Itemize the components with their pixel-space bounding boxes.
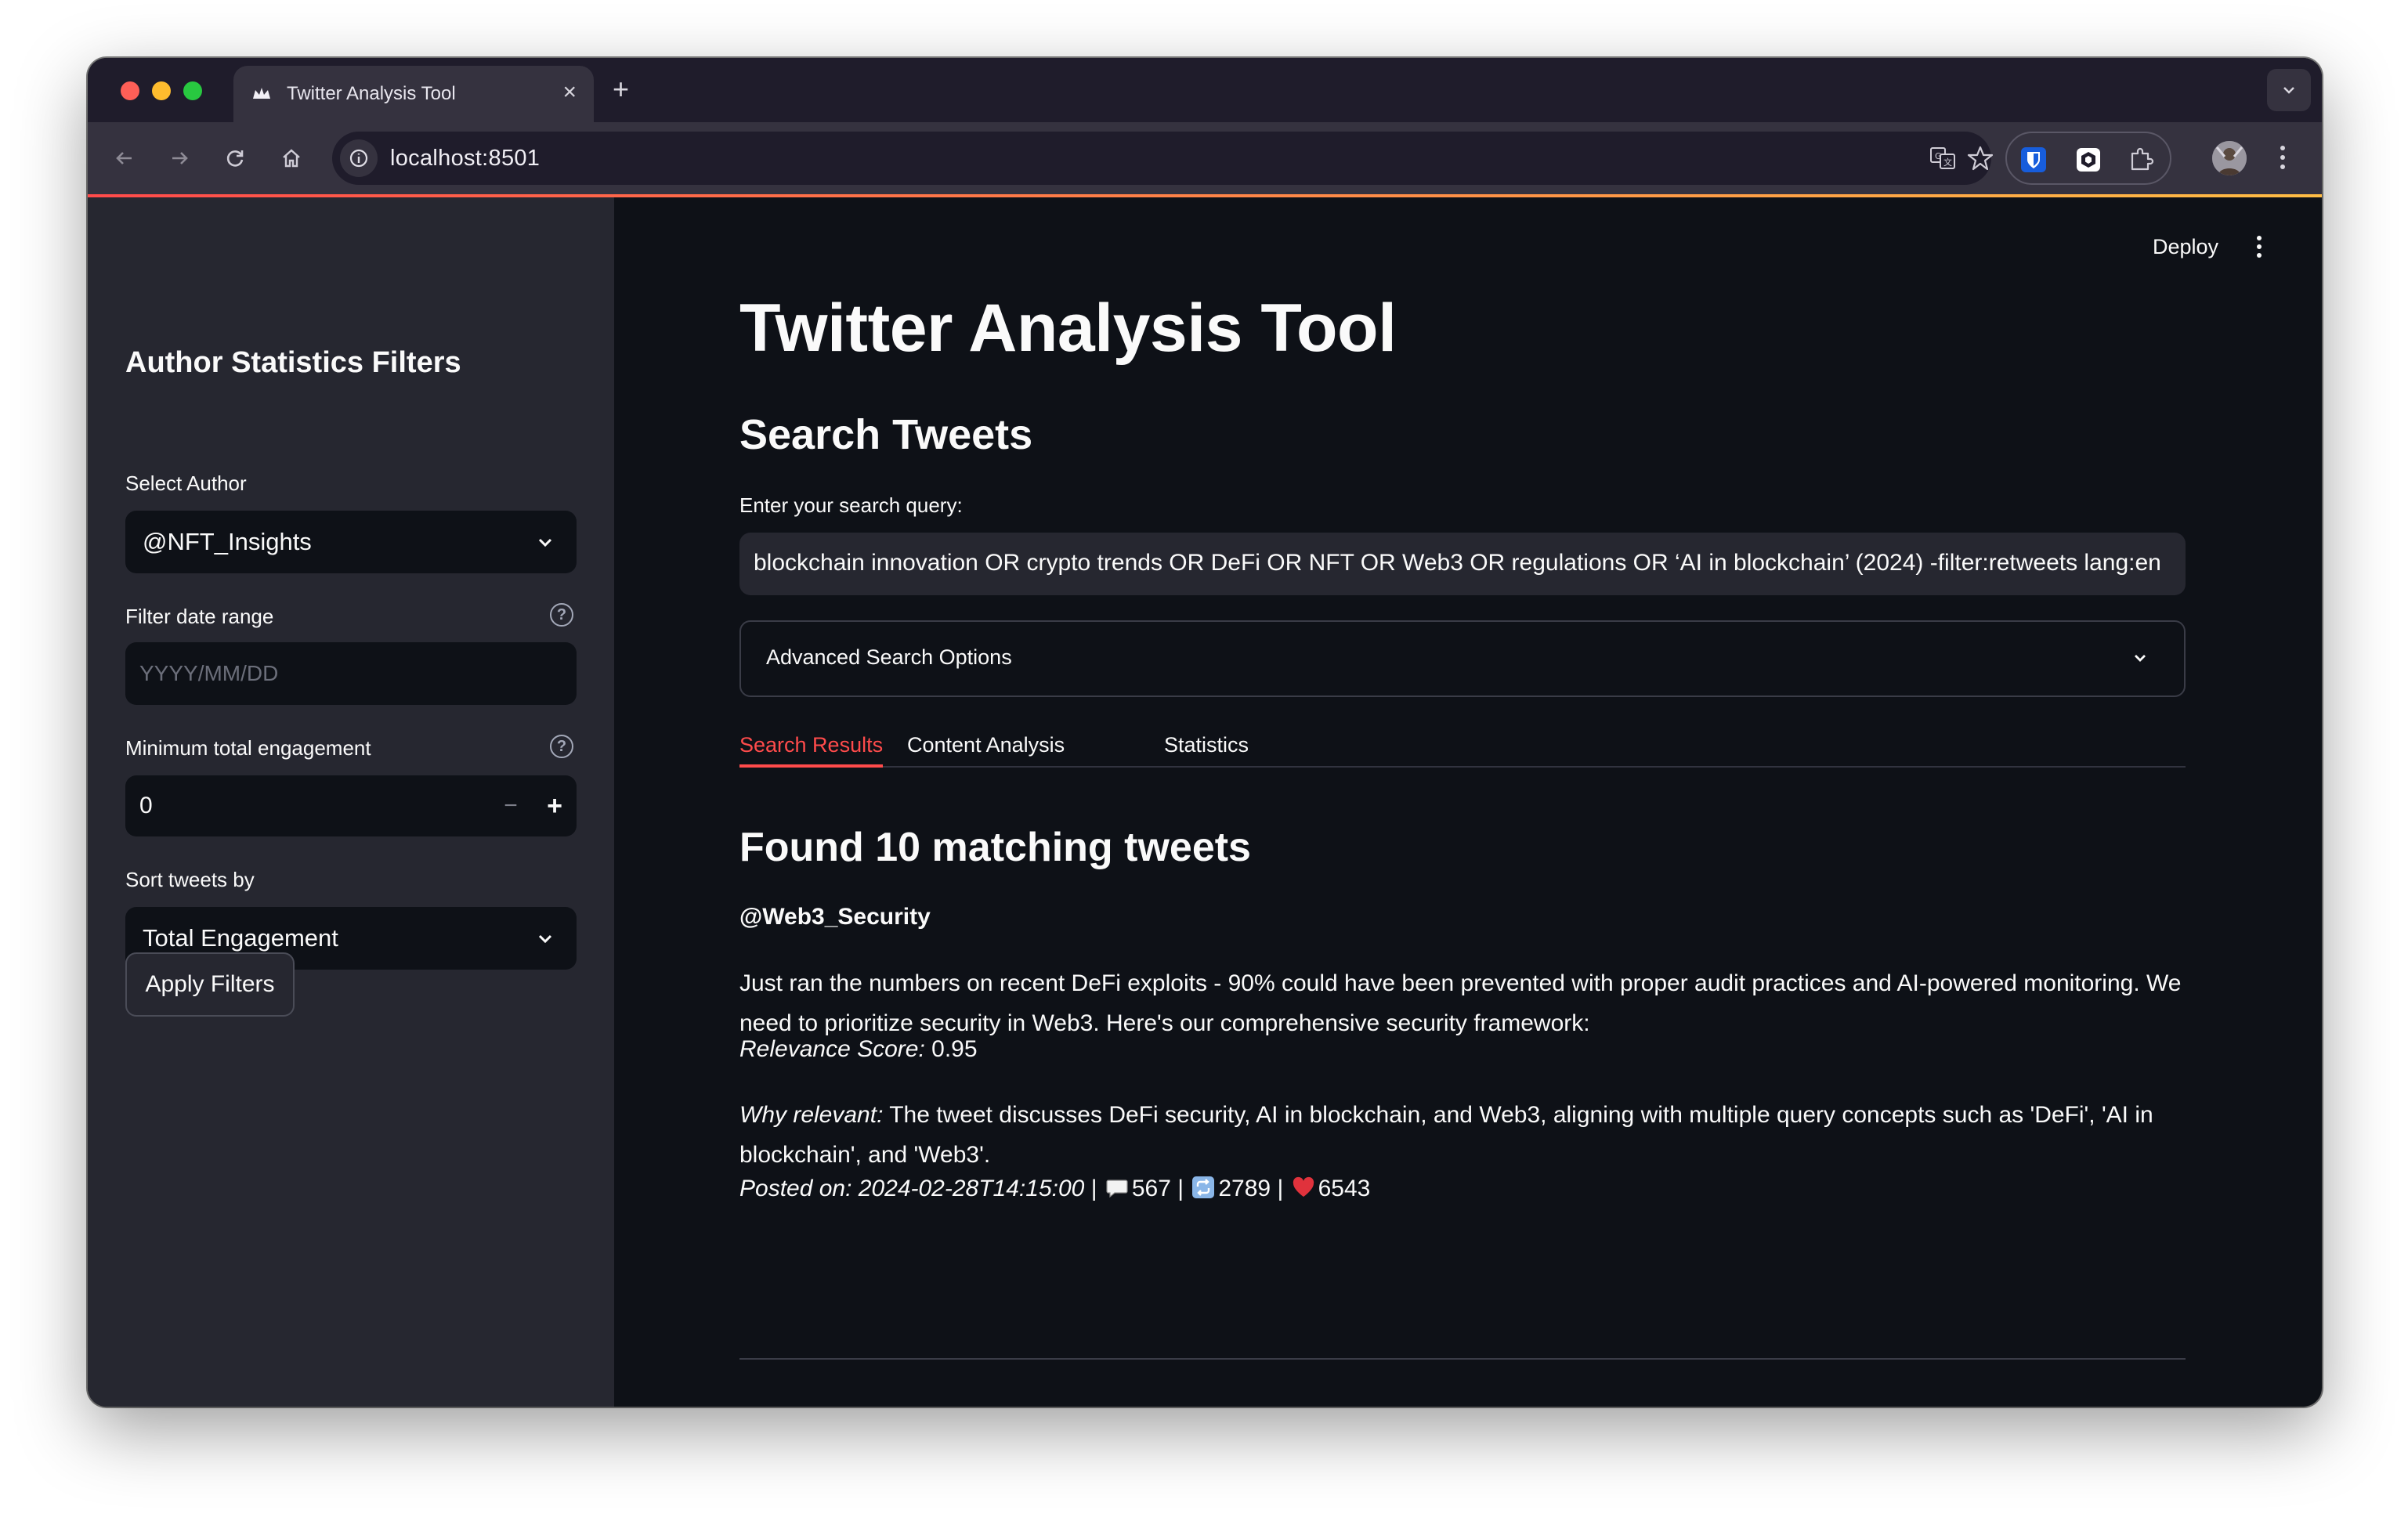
zoom-window-button[interactable] bbox=[183, 81, 202, 100]
relevance-score: Relevance Score: 0.95 bbox=[739, 1029, 2189, 1069]
date-range-input[interactable]: YYYY/MM/DD bbox=[125, 642, 577, 705]
browser-menu-icon[interactable] bbox=[2273, 141, 2292, 175]
relevance-score-label: Relevance Score: bbox=[739, 1036, 925, 1062]
why-relevant-label: Why relevant: bbox=[739, 1102, 884, 1128]
select-author-label: Select Author bbox=[125, 471, 247, 495]
page-title: Twitter Analysis Tool bbox=[739, 291, 1397, 366]
decrement-button[interactable]: − bbox=[494, 786, 528, 826]
translate-icon[interactable]: G 文 bbox=[1929, 144, 1957, 172]
address-bar[interactable]: localhost:8501 G 文 bbox=[332, 132, 1994, 185]
author-select-value: @NFT_Insights bbox=[143, 528, 312, 555]
posted-on: Posted on: 2024-02-28T14:15:00 bbox=[739, 1176, 1085, 1201]
tab-title: Twitter Analysis Tool bbox=[287, 83, 456, 104]
search-query-input[interactable]: blockchain innovation OR crypto trends O… bbox=[739, 533, 2186, 595]
forward-icon[interactable] bbox=[163, 141, 197, 175]
speech-bubble-icon bbox=[1106, 1180, 1128, 1198]
min-engagement-label: Minimum total engagement bbox=[125, 736, 371, 760]
extension-app-icon[interactable] bbox=[2074, 146, 2102, 174]
query-label: Enter your search query: bbox=[739, 493, 963, 517]
main-menu-icon[interactable] bbox=[2254, 232, 2264, 263]
profile-avatar[interactable] bbox=[2212, 141, 2247, 175]
home-icon[interactable] bbox=[274, 141, 309, 175]
sidebar: Author Statistics Filters Select Author … bbox=[88, 197, 614, 1407]
sidebar-title: Author Statistics Filters bbox=[125, 346, 461, 379]
bookmark-star-icon[interactable] bbox=[1966, 144, 1994, 172]
tab-search-results[interactable]: Search Results bbox=[739, 733, 884, 768]
retweet-count: 2789 bbox=[1218, 1176, 1271, 1201]
separator: | bbox=[1090, 1176, 1097, 1201]
svg-text:G: G bbox=[1935, 151, 1942, 161]
search-query-value: blockchain innovation OR crypto trends O… bbox=[754, 550, 2161, 576]
back-icon[interactable] bbox=[107, 141, 141, 175]
svg-text:文: 文 bbox=[1943, 157, 1952, 168]
tab-strip: Twitter Analysis Tool × + bbox=[88, 58, 2322, 122]
site-info-icon[interactable] bbox=[340, 139, 378, 177]
close-window-button[interactable] bbox=[121, 81, 139, 100]
author-select[interactable]: @NFT_Insights bbox=[125, 511, 577, 573]
why-relevant: Why relevant: The tweet discusses DeFi s… bbox=[739, 1095, 2189, 1175]
tweet-author: @Web3_Security bbox=[739, 904, 931, 930]
sort-select-value: Total Engagement bbox=[143, 924, 338, 952]
min-engagement-input[interactable]: 0 − + bbox=[125, 775, 577, 836]
apply-filters-button[interactable]: Apply Filters bbox=[125, 952, 295, 1017]
browser-window: Twitter Analysis Tool × + localhost:8501 bbox=[88, 58, 2322, 1407]
chevron-down-icon bbox=[538, 538, 552, 547]
extensions-group bbox=[2005, 132, 2171, 185]
puzzle-extensions-icon[interactable] bbox=[2128, 146, 2156, 174]
close-tab-icon[interactable]: × bbox=[562, 78, 577, 107]
increment-button[interactable]: + bbox=[537, 786, 572, 826]
date-placeholder: YYYY/MM/DD bbox=[139, 661, 279, 685]
relevance-score-value: 0.95 bbox=[931, 1036, 978, 1062]
deploy-button[interactable]: Deploy bbox=[2153, 235, 2218, 259]
like-count: 6543 bbox=[1318, 1176, 1371, 1201]
chevron-down-icon bbox=[538, 934, 552, 944]
separator: | bbox=[1177, 1176, 1184, 1201]
help-icon[interactable]: ? bbox=[550, 603, 573, 627]
tab-content-analysis[interactable]: Content Analysis bbox=[907, 733, 1065, 766]
why-relevant-text: The tweet discusses DeFi security, AI in… bbox=[739, 1102, 2153, 1168]
reload-icon[interactable] bbox=[218, 141, 252, 175]
url-text: localhost:8501 bbox=[390, 146, 541, 171]
repeat-arrows-icon bbox=[1192, 1176, 1215, 1198]
tab-search-button[interactable] bbox=[2267, 69, 2311, 111]
date-range-label: Filter date range bbox=[125, 605, 274, 628]
browser-toolbar: localhost:8501 G 文 bbox=[88, 122, 2322, 194]
heart-icon bbox=[1293, 1176, 1314, 1197]
browser-tab[interactable]: Twitter Analysis Tool × bbox=[233, 66, 594, 122]
help-icon[interactable]: ? bbox=[550, 735, 573, 758]
sort-label: Sort tweets by bbox=[125, 868, 255, 891]
new-tab-button[interactable]: + bbox=[613, 72, 629, 107]
divider bbox=[739, 1358, 2186, 1360]
advanced-search-expander[interactable]: Advanced Search Options bbox=[739, 620, 2186, 697]
advanced-search-label: Advanced Search Options bbox=[766, 645, 1012, 669]
streamlit-crown-icon bbox=[253, 88, 270, 99]
tab-statistics[interactable]: Statistics bbox=[1164, 733, 1249, 766]
chevron-down-icon bbox=[2283, 87, 2294, 94]
tweet-meta: Posted on: 2024-02-28T14:15:00 | 567 | 2… bbox=[739, 1169, 2189, 1208]
chevron-down-icon bbox=[2135, 655, 2146, 662]
minimize-window-button[interactable] bbox=[152, 81, 171, 100]
min-engagement-value: 0 bbox=[139, 793, 153, 818]
bitwarden-shield-icon[interactable] bbox=[2019, 146, 2048, 174]
reply-count: 567 bbox=[1131, 1176, 1171, 1201]
profile-photo-icon bbox=[2212, 141, 2247, 175]
search-heading: Search Tweets bbox=[739, 411, 1033, 458]
separator: | bbox=[1277, 1176, 1284, 1201]
results-heading: Found 10 matching tweets bbox=[739, 825, 1251, 870]
results-tabs: Search Results Content Analysis Statisti… bbox=[739, 733, 2186, 768]
